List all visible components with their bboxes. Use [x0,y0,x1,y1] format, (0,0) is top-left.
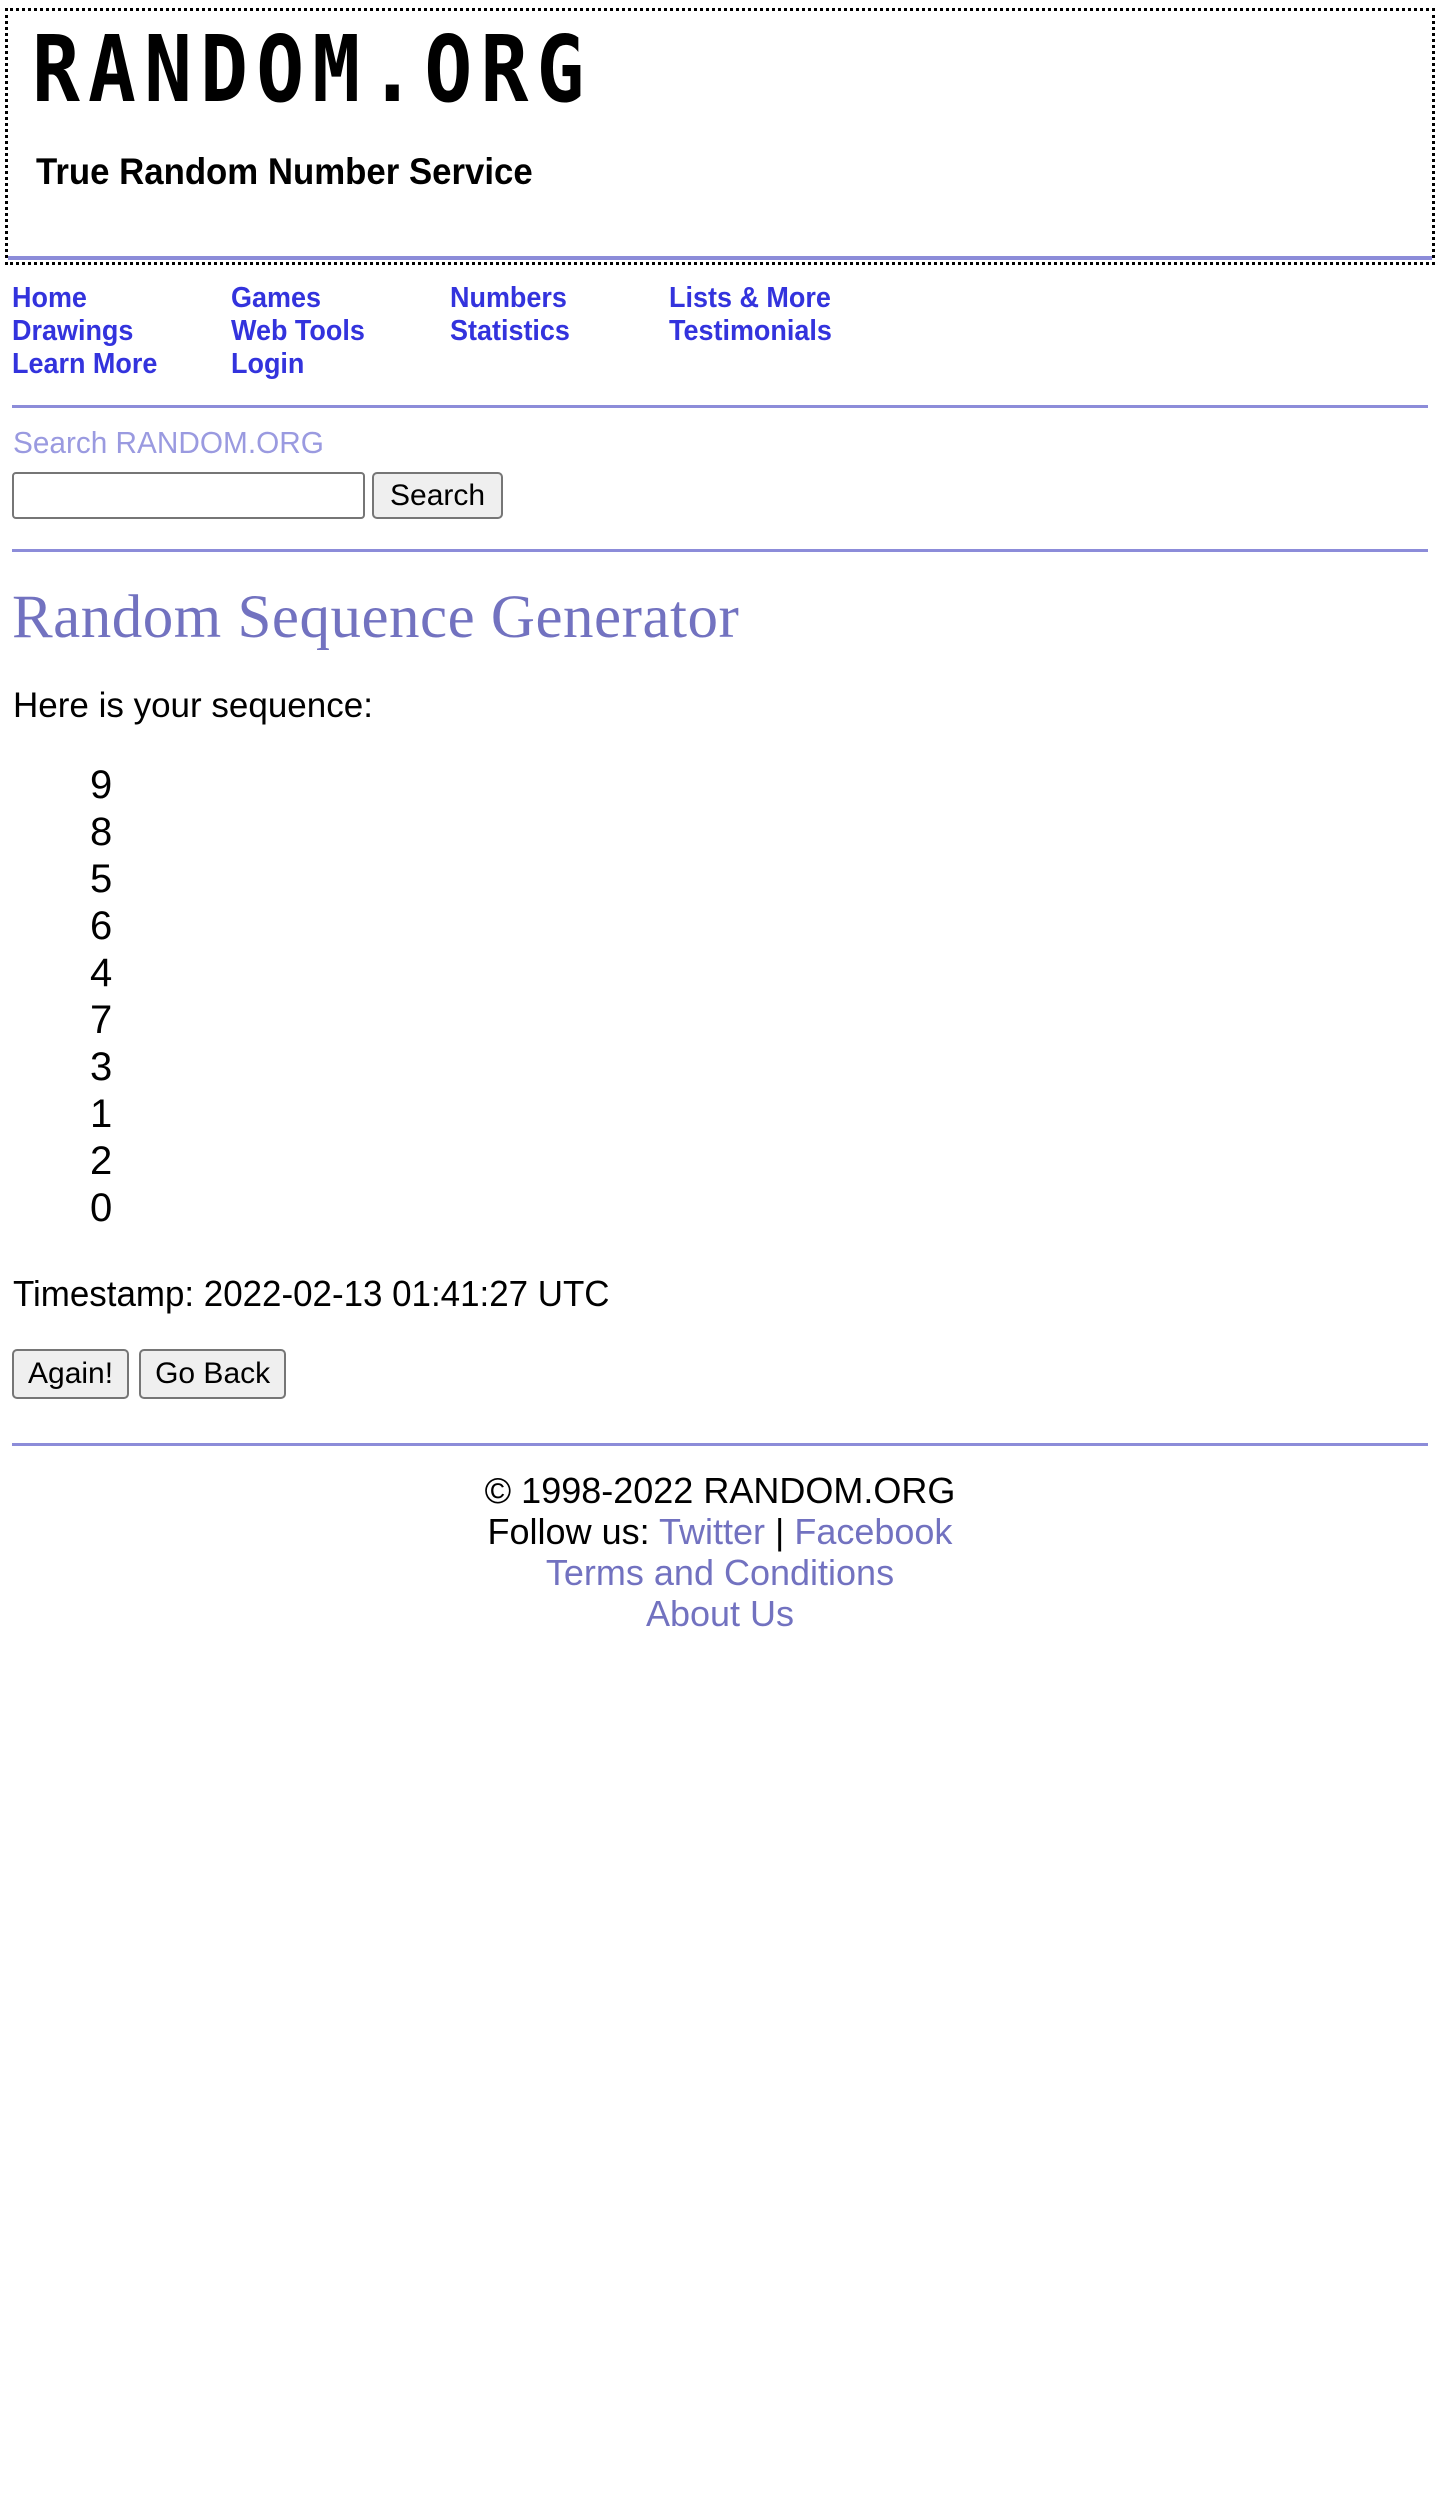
nav-link-testimonials[interactable]: Testimonials [669,315,832,348]
divider-above-search [12,405,1428,408]
nav-link-games[interactable]: Games [231,282,321,315]
nav-cell: Web Tools [231,315,450,348]
nav-link-statistics[interactable]: Statistics [450,315,570,348]
nav-cell: Home [12,282,231,315]
header-accent-rule [8,256,1432,260]
timestamp-text: Timestamp: 2022-02-13 01:41:27 UTC [13,1272,610,1314]
search-section: Search RANDOM.ORG Search [0,427,1440,519]
page-title: Random Sequence Generator [12,584,740,651]
main-content: Random Sequence Generator Here is your s… [0,584,1440,1400]
list-item: 7 [90,997,113,1042]
nav-cell: Games [231,282,450,315]
divider-above-footer [12,1443,1428,1447]
footer-about-line: About Us [0,1593,1440,1634]
list-item: 0 [90,1185,113,1230]
list-item: 3 [90,1044,113,1089]
go-back-button[interactable]: Go Back [139,1349,287,1400]
nav-cell: Lists & More [669,282,888,315]
list-item: 8 [90,809,113,854]
footer-copyright: © 1998-2022 RANDOM.ORG [484,1470,956,1512]
nav-row: Drawings Web Tools Statistics Testimonia… [12,315,1428,348]
footer-link-about-us[interactable]: About Us [646,1593,794,1634]
footer-separator: | [764,1511,795,1553]
primary-navigation: Home Games Numbers Lists & More Drawings… [0,282,1440,381]
site-header-box: RANDOM.ORG True Random Number Service [5,8,1435,265]
sequence-list: 9 8 5 6 4 7 3 1 2 0 [12,762,1428,1232]
action-button-row: Again! Go Back [12,1349,1428,1400]
nav-link-home[interactable]: Home [12,282,87,315]
nav-link-web-tools[interactable]: Web Tools [231,315,365,348]
nav-cell: Login [231,348,450,381]
nav-link-learn-more[interactable]: Learn More [12,348,157,381]
footer-link-facebook[interactable]: Facebook [794,1511,952,1552]
nav-cell: Statistics [450,315,669,348]
list-item: 1 [90,1091,113,1136]
nav-cell: Numbers [450,282,669,315]
list-item: 9 [90,762,113,807]
nav-cell: Learn More [12,348,231,381]
nav-cell: Drawings [12,315,231,348]
again-button[interactable]: Again! [12,1349,130,1400]
search-row: Search [12,472,1428,519]
search-input[interactable] [12,472,365,519]
list-item: 2 [90,1138,113,1183]
list-item: 5 [90,856,113,901]
nav-link-drawings[interactable]: Drawings [12,315,133,348]
sequence-intro-text: Here is your sequence: [13,686,373,726]
site-tagline: True Random Number Service [36,150,533,192]
search-label: Search RANDOM.ORG [13,425,324,460]
search-button[interactable]: Search [372,472,504,519]
nav-row: Learn More Login [12,348,1428,381]
list-item: 4 [90,950,113,995]
nav-row: Home Games Numbers Lists & More [12,282,1428,315]
list-item: 6 [90,903,113,948]
divider-below-search [12,549,1428,552]
nav-cell: Testimonials [669,315,888,348]
nav-link-numbers[interactable]: Numbers [450,282,567,315]
footer-link-twitter[interactable]: Twitter [659,1511,765,1552]
footer-link-terms[interactable]: Terms and Conditions [546,1552,894,1593]
nav-link-login[interactable]: Login [231,348,304,381]
site-logo: RANDOM.ORG [32,17,593,124]
site-footer: © 1998-2022 RANDOM.ORG Follow us: Twitte… [0,1470,1440,1634]
footer-follow-label: Follow us: [487,1511,659,1553]
footer-terms-line: Terms and Conditions [0,1552,1440,1593]
footer-follow-line: Follow us: Twitter | Facebook [0,1511,1440,1552]
nav-link-lists-and-more[interactable]: Lists & More [669,282,831,315]
